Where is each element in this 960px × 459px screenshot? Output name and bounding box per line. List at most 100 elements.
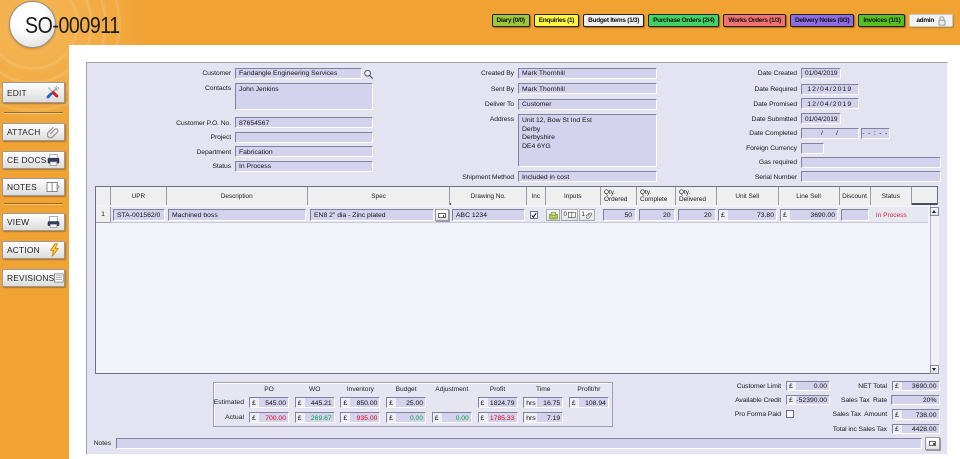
estimated-time[interactable]: hrs 16.75 — [523, 397, 564, 408]
notes-field[interactable] — [115, 437, 922, 449]
foreign-currency-field[interactable] — [801, 142, 824, 154]
project-field[interactable] — [235, 131, 373, 143]
estimated-inventory[interactable]: £850.00 — [340, 397, 381, 408]
cell-drawing[interactable]: ABC 1234 — [452, 209, 525, 221]
view-button[interactable]: VIEW — [2, 213, 65, 231]
customer-po-field[interactable]: 87654567 — [235, 117, 373, 128]
summary-col-adjustment: Adjustment — [435, 386, 469, 393]
date-submitted-field[interactable]: 01/04/2019 — [801, 113, 841, 124]
amount-value: 1785.33 — [487, 413, 517, 422]
cell-qty-delivered[interactable]: 20 — [678, 209, 716, 221]
actual-adjustment[interactable]: £0.00 — [431, 412, 472, 423]
col-header-inc: Inc — [527, 187, 546, 205]
date-created-label: Date Created — [757, 70, 797, 77]
down-arrow-icon — [932, 367, 936, 371]
hours-prefix: hrs — [526, 414, 536, 422]
notes-expand-button[interactable] — [924, 436, 940, 450]
cell-qty-ordered[interactable]: 50 — [602, 209, 636, 221]
estimated-profit-hr[interactable]: £108.94 — [568, 397, 609, 408]
date-completed-label: Date Completed — [749, 130, 797, 137]
admin-button[interactable]: admin — [909, 14, 953, 27]
cell-unit-sell[interactable]: £ 73.80 — [718, 209, 777, 221]
customer-field[interactable]: Fandangle Engineering Services — [235, 67, 362, 79]
attach-count-button[interactable]: 1 — [579, 209, 595, 221]
cell-qty-complete[interactable]: 20 — [639, 209, 675, 221]
department-field[interactable]: Fabrication — [235, 146, 373, 157]
topbar: Diary (0/0) Enquiries (1) Budget Items (… — [491, 14, 953, 27]
currency-symbol: £ — [434, 414, 439, 422]
serial-number-field[interactable] — [801, 171, 941, 182]
estimated-profit[interactable]: £1824.79 — [477, 397, 518, 408]
cell-description[interactable]: Machined boss — [168, 209, 306, 221]
net-total-field[interactable]: £3690.00 — [892, 380, 940, 391]
machine-button[interactable] — [546, 209, 560, 221]
customer-label: Customer — [202, 70, 231, 77]
spec-expand-button[interactable] — [435, 209, 449, 221]
col-header-qty-ordered: Qty. Ordered — [601, 187, 637, 205]
sent-by-field[interactable]: Mark Thornhill — [518, 83, 657, 94]
actual-inventory[interactable]: £935.00 — [340, 412, 381, 423]
estimated-wo[interactable]: £445.21 — [294, 397, 335, 408]
estimated-budget[interactable]: £25.00 — [386, 397, 427, 408]
sent-by-label: Sent By — [490, 85, 514, 93]
search-icon[interactable] — [363, 69, 374, 80]
delivery-notes-button[interactable]: Delivery Notes (0/3) — [790, 14, 855, 27]
budget-items-button[interactable]: Budget Items (1/3) — [583, 14, 645, 27]
diary-button[interactable]: Diary (0/0) — [491, 14, 530, 27]
status-field[interactable]: In Process — [235, 160, 373, 172]
contacts-field[interactable]: John Jenkins — [235, 83, 373, 110]
col-header-qty-complete: Qty. Complete — [637, 187, 676, 205]
purchase-orders-button[interactable]: Purchase Orders (2/4) — [648, 14, 720, 27]
actual-row-label: Actual — [225, 414, 244, 421]
gas-required-field[interactable] — [801, 156, 941, 168]
shipment-method-field[interactable]: Included in cost — [518, 171, 657, 182]
ce-docs-button[interactable]: CE DOCS — [2, 151, 65, 169]
invoices-button[interactable]: Invoices (1/1) — [858, 14, 906, 27]
actual-po[interactable]: £700.00 — [249, 412, 289, 423]
sales-tax-amount-field[interactable]: £738.00 — [892, 409, 940, 420]
amount-value: 0.00 — [396, 413, 426, 422]
amount-value: 738.00 — [902, 410, 939, 419]
edit-button[interactable]: EDIT — [2, 82, 65, 103]
actual-budget[interactable]: £0.00 — [386, 412, 427, 423]
actual-time[interactable]: hrs 7.19 — [523, 412, 564, 423]
estimated-po[interactable]: £545.00 — [249, 397, 289, 408]
created-by-field[interactable]: Mark Thornhill — [518, 67, 657, 79]
currency-symbol: £ — [895, 426, 899, 433]
row-number: 1 — [96, 207, 111, 223]
docs-count-button[interactable]: 0 — [561, 209, 578, 221]
sales-tax-rate-field[interactable]: 20% — [891, 394, 940, 405]
date-created-field[interactable]: 01/04/2019 — [801, 67, 841, 79]
date-required-field[interactable]: 12/04/2019 — [801, 83, 859, 95]
deliver-to-label: Deliver To — [484, 101, 514, 108]
attach-button[interactable]: ATTACH — [2, 123, 65, 141]
actual-wo[interactable]: £269.67 — [294, 412, 335, 423]
currency-symbol: £ — [343, 399, 348, 407]
action-button[interactable]: ACTION — [2, 241, 65, 259]
address-field[interactable]: Unit 12, Bow St Ind Est Derby Derbyshire… — [518, 114, 657, 167]
inc-checkbox[interactable] — [530, 211, 538, 219]
cell-line-sell[interactable]: £ 3690.00 — [780, 209, 838, 221]
cell-discount[interactable] — [841, 209, 869, 221]
cell-upr[interactable]: STA-001562/0 — [113, 209, 165, 221]
currency-symbol: £ — [252, 399, 256, 407]
scroll-up-button[interactable] — [929, 207, 939, 216]
date-completed-field[interactable]: / / — [801, 127, 859, 139]
enquiries-button[interactable]: Enquiries (1) — [533, 14, 580, 27]
total-inc-tax-field[interactable]: £4428.00 — [892, 423, 940, 434]
amount-value: 25.00 — [396, 398, 426, 407]
deliver-to-field[interactable]: Customer — [518, 98, 657, 110]
table-scrollbar[interactable] — [930, 205, 939, 373]
actual-profit[interactable]: £1785.33 — [477, 412, 518, 423]
cell-spec[interactable]: EN8 2" dia - Zinc plated — [310, 209, 434, 221]
notes-button[interactable]: NOTES — [2, 178, 65, 196]
col-header-discount: Discount — [839, 187, 871, 205]
lock-icon — [938, 15, 946, 26]
time-completed-field[interactable]: - - : - - — [860, 127, 890, 139]
scroll-down-button[interactable] — [929, 364, 939, 374]
revisions-button[interactable]: REVISIONS — [2, 269, 65, 287]
works-orders-button[interactable]: Works Orders (1/3) — [723, 14, 787, 27]
sales-order-window: { "window": { "title": "SO-000911" }, "t… — [0, 0, 960, 459]
col-header-status: Status — [870, 187, 912, 205]
date-promised-field[interactable]: 12/04/2019 — [801, 98, 859, 109]
